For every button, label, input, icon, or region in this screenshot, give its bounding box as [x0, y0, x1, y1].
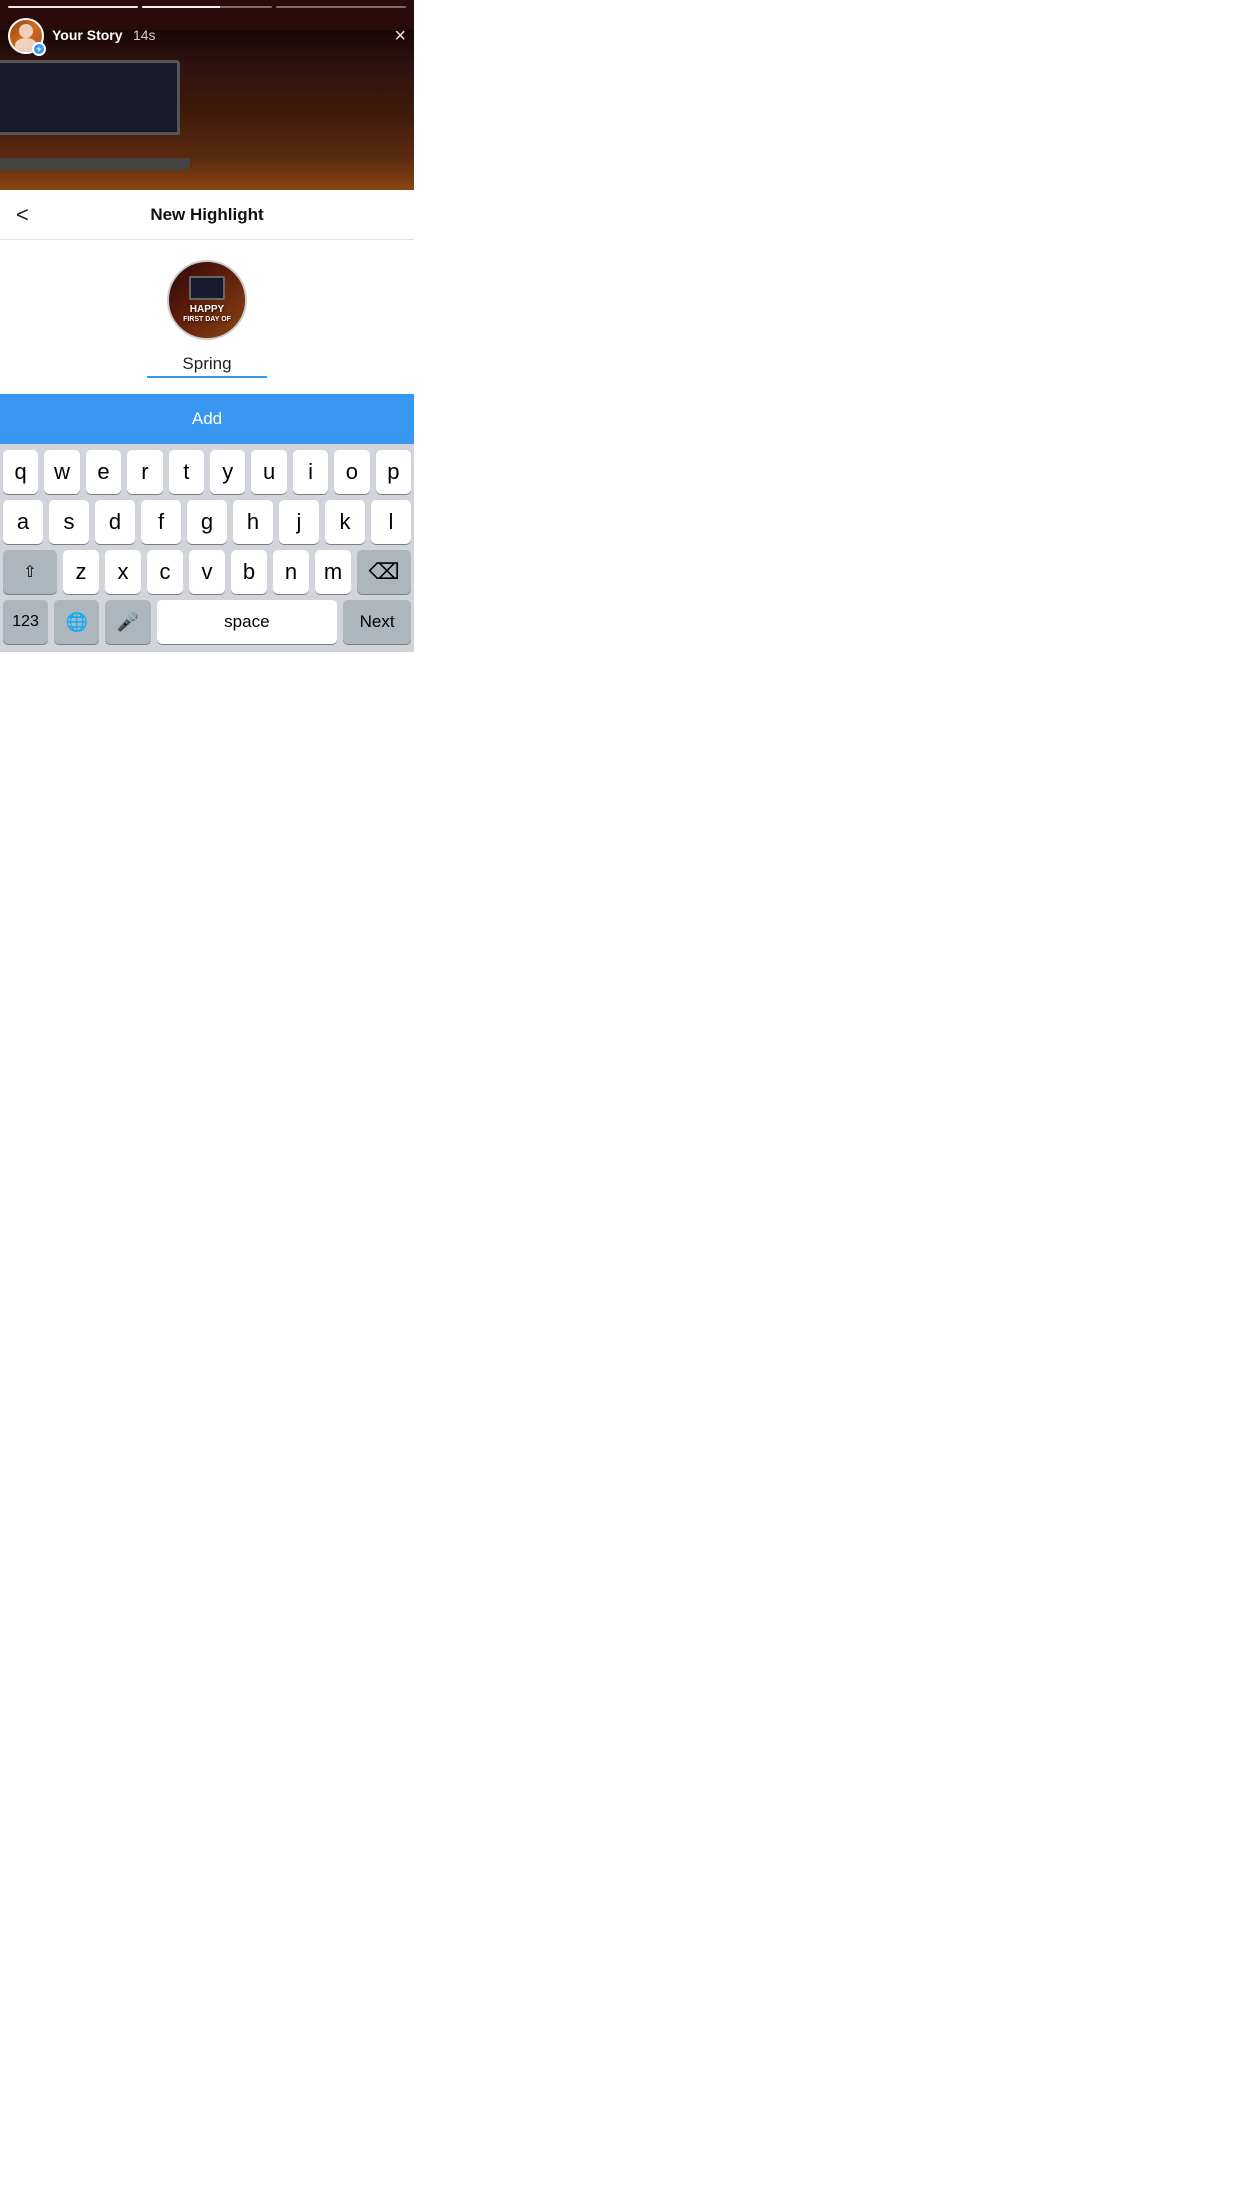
key-u[interactable]: u: [251, 450, 286, 494]
globe-key[interactable]: 🌐: [54, 600, 99, 644]
key-k[interactable]: k: [325, 500, 365, 544]
keyboard-row-2: a s d f g h j k l: [0, 494, 414, 544]
key-w[interactable]: w: [44, 450, 79, 494]
microphone-key[interactable]: 🎤: [105, 600, 150, 644]
key-s[interactable]: s: [49, 500, 89, 544]
laptop-screen: [0, 60, 180, 135]
numbers-key[interactable]: 123: [3, 600, 48, 644]
story-user[interactable]: + Your Story 14s: [8, 18, 156, 54]
add-button[interactable]: Add: [0, 394, 414, 444]
highlight-thumb-text: HAPPY FIRST DAY OF: [183, 304, 231, 324]
story-header: + Your Story 14s ×: [8, 18, 406, 54]
key-i[interactable]: i: [293, 450, 328, 494]
keyboard-bottom-row: 123 🌐 🎤 space Next: [0, 594, 414, 652]
key-l[interactable]: l: [371, 500, 411, 544]
progress-bar-3: [276, 6, 406, 8]
key-v[interactable]: v: [189, 550, 225, 594]
story-section: + Your Story 14s ×: [0, 0, 414, 190]
key-r[interactable]: r: [127, 450, 162, 494]
key-x[interactable]: x: [105, 550, 141, 594]
avatar-plus-icon: +: [32, 42, 46, 56]
progress-bar-2: [142, 6, 272, 8]
key-d[interactable]: d: [95, 500, 135, 544]
highlight-thumbnail[interactable]: HAPPY FIRST DAY OF: [167, 260, 247, 340]
key-n[interactable]: n: [273, 550, 309, 594]
shift-key[interactable]: ⇧: [3, 550, 57, 594]
story-image: [0, 30, 414, 190]
key-p[interactable]: p: [376, 450, 411, 494]
key-h[interactable]: h: [233, 500, 273, 544]
page-title: New Highlight: [150, 205, 263, 225]
laptop-base: [0, 158, 190, 170]
key-b[interactable]: b: [231, 550, 267, 594]
key-z[interactable]: z: [63, 550, 99, 594]
story-duration: 14s: [133, 27, 156, 43]
laptop-mini-icon: [189, 276, 225, 300]
highlight-content: HAPPY FIRST DAY OF: [0, 240, 414, 394]
key-q[interactable]: q: [3, 450, 38, 494]
space-key[interactable]: space: [157, 600, 338, 644]
avatar-container: +: [8, 18, 44, 54]
close-button[interactable]: ×: [394, 25, 406, 48]
keyboard: q w e r t y u i o p a s d f g h j k l ⇧ …: [0, 444, 414, 652]
progress-bar-1: [8, 6, 138, 8]
highlight-name-input[interactable]: [147, 354, 267, 378]
key-t[interactable]: t: [169, 450, 204, 494]
add-button-label: Add: [192, 409, 222, 429]
key-e[interactable]: e: [86, 450, 121, 494]
key-g[interactable]: g: [187, 500, 227, 544]
key-j[interactable]: j: [279, 500, 319, 544]
next-key[interactable]: Next: [343, 600, 411, 644]
back-button[interactable]: <: [16, 202, 29, 228]
keyboard-row-1: q w e r t y u i o p: [0, 444, 414, 494]
highlight-thumb-inner: HAPPY FIRST DAY OF: [183, 276, 231, 324]
key-c[interactable]: c: [147, 550, 183, 594]
keyboard-row-3: ⇧ z x c v b n m ⌫: [0, 544, 414, 594]
delete-key[interactable]: ⌫: [357, 550, 411, 594]
key-y[interactable]: y: [210, 450, 245, 494]
key-a[interactable]: a: [3, 500, 43, 544]
key-m[interactable]: m: [315, 550, 351, 594]
key-o[interactable]: o: [334, 450, 369, 494]
new-highlight-bar: < New Highlight: [0, 190, 414, 240]
key-f[interactable]: f: [141, 500, 181, 544]
laptop-graphic: [0, 60, 220, 170]
story-title: Your Story: [52, 27, 123, 43]
progress-bars: [8, 6, 406, 8]
